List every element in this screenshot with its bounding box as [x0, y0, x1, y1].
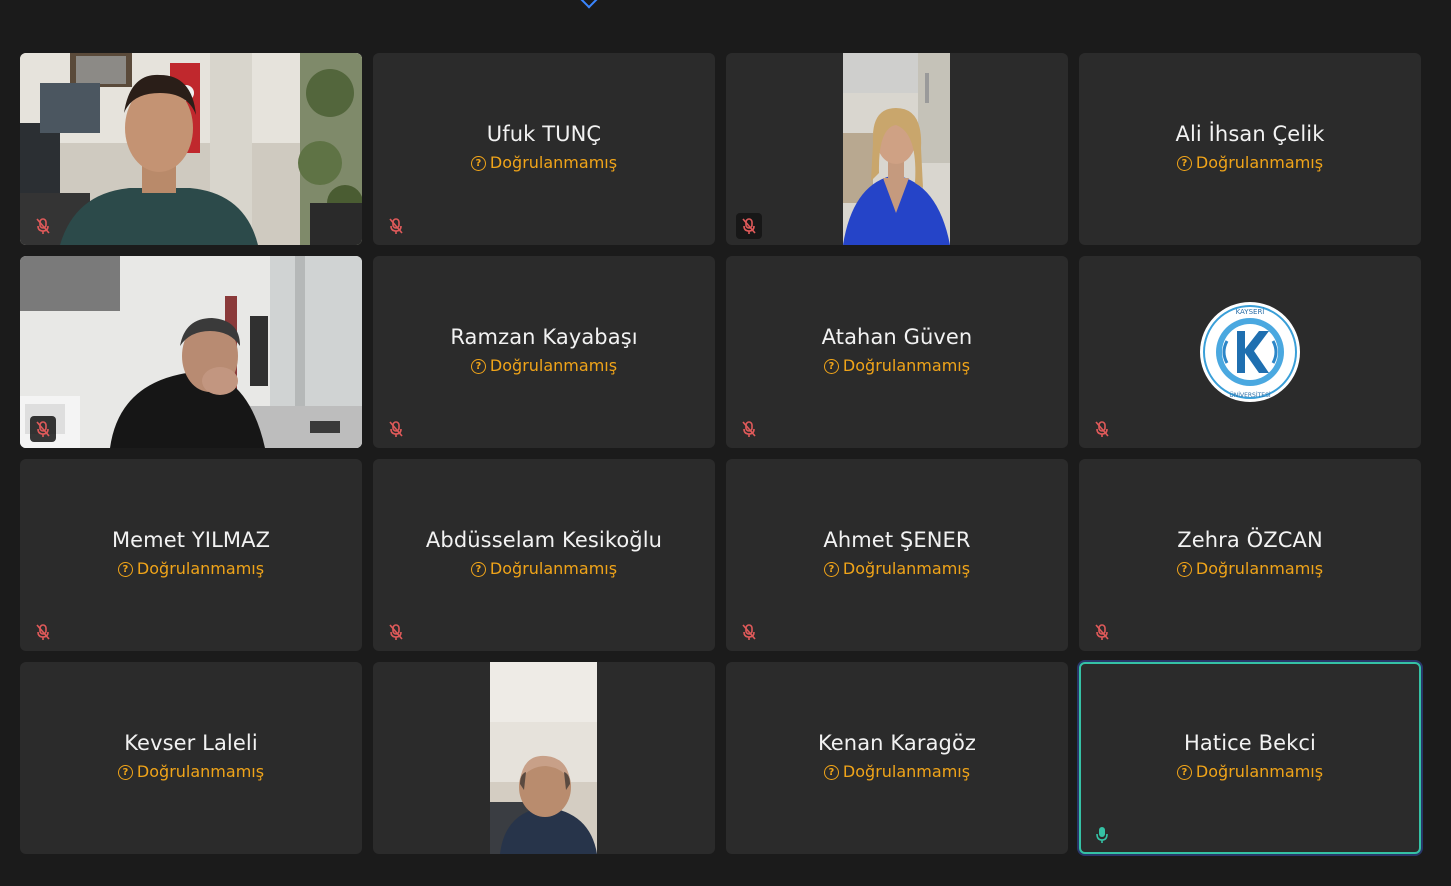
- question-circle-icon: ?: [470, 155, 486, 171]
- participant-name: Ufuk TUNÇ: [486, 122, 602, 146]
- participant-tile-video-1[interactable]: [20, 53, 362, 245]
- unverified-status: ? Doğrulanmamış: [470, 153, 618, 173]
- unverified-label: Doğrulanmamış: [842, 559, 971, 578]
- question-circle-icon: ?: [823, 358, 839, 374]
- muted-mic-icon: [1089, 416, 1115, 442]
- participant-tile-9[interactable]: Memet YILMAZ ? Doğrulanmamış: [20, 459, 362, 651]
- muted-mic-icon: [383, 416, 409, 442]
- participant-tile-12[interactable]: Zehra ÖZCAN ? Doğrulanmamış: [1079, 459, 1421, 651]
- unverified-status: ? Doğrulanmamış: [470, 356, 618, 376]
- question-circle-icon: ?: [1176, 155, 1192, 171]
- participant-name: Kevser Laleli: [124, 731, 258, 755]
- participant-name: Kenan Karagöz: [817, 731, 977, 755]
- participant-name: Memet YILMAZ: [111, 528, 271, 552]
- unverified-label: Doğrulanmamış: [842, 356, 971, 375]
- participant-tile-video-14[interactable]: [373, 662, 715, 854]
- unverified-label: Doğrulanmamış: [1195, 153, 1324, 172]
- unverified-label: Doğrulanmamış: [1195, 559, 1324, 578]
- muted-mic-icon: [30, 619, 56, 645]
- participant-tile-10[interactable]: Abdüsselam Kesikoğlu ? Doğrulanmamış: [373, 459, 715, 651]
- svg-text:KAYSERİ: KAYSERİ: [1236, 307, 1265, 316]
- unverified-label: Doğrulanmamış: [136, 559, 265, 578]
- muted-mic-icon: [30, 213, 56, 239]
- svg-text:ÜNİVERSİTESİ: ÜNİVERSİTESİ: [1229, 392, 1271, 399]
- participant-tile-logo-8[interactable]: KAYSERİ ÜNİVERSİTESİ: [1079, 256, 1421, 448]
- participant-tile-video-5[interactable]: [20, 256, 362, 448]
- muted-mic-icon: [736, 416, 762, 442]
- muted-mic-icon: [30, 416, 56, 442]
- kayseri-universitesi-logo: KAYSERİ ÜNİVERSİTESİ: [1199, 301, 1301, 403]
- participant-name: Hatice Bekci: [1184, 731, 1316, 755]
- participant-video-feed: [490, 662, 597, 854]
- participant-tile-7[interactable]: Atahan Güven ? Doğrulanmamış: [726, 256, 1068, 448]
- question-circle-icon: ?: [823, 764, 839, 780]
- unverified-status: ? Doğrulanmamış: [1176, 559, 1324, 579]
- unverified-label: Doğrulanmamış: [489, 153, 618, 172]
- unverified-status: ? Doğrulanmamış: [117, 559, 265, 579]
- question-circle-icon: ?: [117, 764, 133, 780]
- unverified-label: Doğrulanmamış: [489, 356, 618, 375]
- chevron-down-icon[interactable]: [580, 0, 598, 9]
- unverified-label: Doğrulanmamış: [136, 762, 265, 781]
- participant-name: Abdüsselam Kesikoğlu: [425, 528, 663, 552]
- question-circle-icon: ?: [117, 561, 133, 577]
- participant-tile-2[interactable]: Ufuk TUNÇ ? Doğrulanmamış: [373, 53, 715, 245]
- participant-tile-4[interactable]: Ali İhsan Çelik ? Doğrulanmamış: [1079, 53, 1421, 245]
- participant-name: Ahmet ŞENER: [823, 528, 971, 552]
- participant-tile-video-3[interactable]: [726, 53, 1068, 245]
- unverified-status: ? Doğrulanmamış: [470, 559, 618, 579]
- participant-video-feed: [20, 256, 362, 448]
- participant-video-feed: [20, 53, 362, 245]
- unverified-status: ? Doğrulanmamış: [823, 559, 971, 579]
- participant-name: Atahan Güven: [821, 325, 973, 349]
- muted-mic-icon: [736, 213, 762, 239]
- participant-tile-6[interactable]: Ramzan Kayabaşı ? Doğrulanmamış: [373, 256, 715, 448]
- question-circle-icon: ?: [1176, 561, 1192, 577]
- participant-video-feed: [843, 53, 950, 245]
- unverified-status: ? Doğrulanmamış: [1176, 153, 1324, 173]
- participant-name: Ali İhsan Çelik: [1175, 122, 1325, 146]
- muted-mic-icon: [383, 213, 409, 239]
- unverified-status: ? Doğrulanmamış: [823, 762, 971, 782]
- unverified-status: ? Doğrulanmamış: [117, 762, 265, 782]
- muted-mic-icon: [736, 619, 762, 645]
- muted-mic-icon: [383, 619, 409, 645]
- question-circle-icon: ?: [470, 358, 486, 374]
- participant-tile-15[interactable]: Kenan Karagöz ? Doğrulanmamış: [726, 662, 1068, 854]
- participant-name: Zehra ÖZCAN: [1177, 528, 1323, 552]
- unverified-status: ? Doğrulanmamış: [823, 356, 971, 376]
- participant-tile-active-speaker[interactable]: Hatice Bekci ? Doğrulanmamış: [1079, 662, 1421, 854]
- unverified-label: Doğrulanmamış: [489, 559, 618, 578]
- unverified-label: Doğrulanmamış: [1195, 762, 1324, 781]
- active-mic-icon: [1089, 822, 1115, 848]
- unverified-label: Doğrulanmamış: [842, 762, 971, 781]
- participant-grid: Ufuk TUNÇ ? Doğrulanmamış Ali İhsan Çeli…: [20, 53, 1421, 854]
- participant-tile-13[interactable]: Kevser Laleli ? Doğrulanmamış: [20, 662, 362, 854]
- question-circle-icon: ?: [823, 561, 839, 577]
- question-circle-icon: ?: [1176, 764, 1192, 780]
- muted-mic-icon: [1089, 619, 1115, 645]
- question-circle-icon: ?: [470, 561, 486, 577]
- participant-name: Ramzan Kayabaşı: [450, 325, 638, 349]
- unverified-status: ? Doğrulanmamış: [1176, 762, 1324, 782]
- participant-tile-11[interactable]: Ahmet ŞENER ? Doğrulanmamış: [726, 459, 1068, 651]
- meeting-gallery-view: Ufuk TUNÇ ? Doğrulanmamış Ali İhsan Çeli…: [0, 0, 1451, 886]
